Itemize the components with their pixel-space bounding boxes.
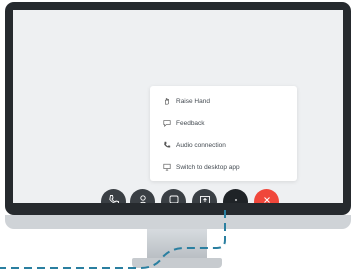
menu-item-audio-connection[interactable]: Audio connection bbox=[150, 135, 297, 155]
share-button[interactable] bbox=[192, 189, 217, 203]
participants-icon bbox=[137, 193, 149, 203]
monitor-chin bbox=[5, 215, 351, 229]
menu-item-label: Raise Hand bbox=[176, 97, 210, 105]
more-options-button[interactable] bbox=[223, 189, 248, 203]
feedback-icon bbox=[163, 119, 171, 127]
meeting-screen: Raise Hand Feedback Audio connection Swi… bbox=[13, 10, 343, 203]
monitor-stand-base bbox=[132, 258, 222, 268]
end-call-button[interactable] bbox=[254, 189, 279, 203]
monitor-frame: Raise Hand Feedback Audio connection Swi… bbox=[5, 2, 351, 215]
monitor-stand bbox=[147, 229, 207, 259]
menu-item-raise-hand[interactable]: Raise Hand bbox=[150, 91, 297, 111]
participants-button[interactable] bbox=[130, 189, 155, 203]
more-icon bbox=[230, 193, 242, 204]
menu-item-switch-desktop[interactable]: Switch to desktop app bbox=[150, 157, 297, 177]
hand-icon bbox=[163, 97, 171, 105]
menu-item-label: Feedback bbox=[176, 119, 205, 127]
desktop-icon bbox=[163, 163, 171, 171]
menu-item-label: Switch to desktop app bbox=[176, 163, 240, 171]
audio-button[interactable] bbox=[101, 189, 126, 203]
chat-button[interactable] bbox=[161, 189, 186, 203]
phone-icon bbox=[163, 141, 171, 149]
menu-item-feedback[interactable]: Feedback bbox=[150, 113, 297, 133]
share-icon bbox=[199, 193, 211, 203]
more-options-menu: Raise Hand Feedback Audio connection Swi… bbox=[150, 86, 297, 181]
phone-icon bbox=[108, 193, 120, 203]
end-call-icon bbox=[261, 193, 273, 204]
chat-icon bbox=[168, 193, 180, 204]
menu-item-label: Audio connection bbox=[176, 141, 226, 149]
